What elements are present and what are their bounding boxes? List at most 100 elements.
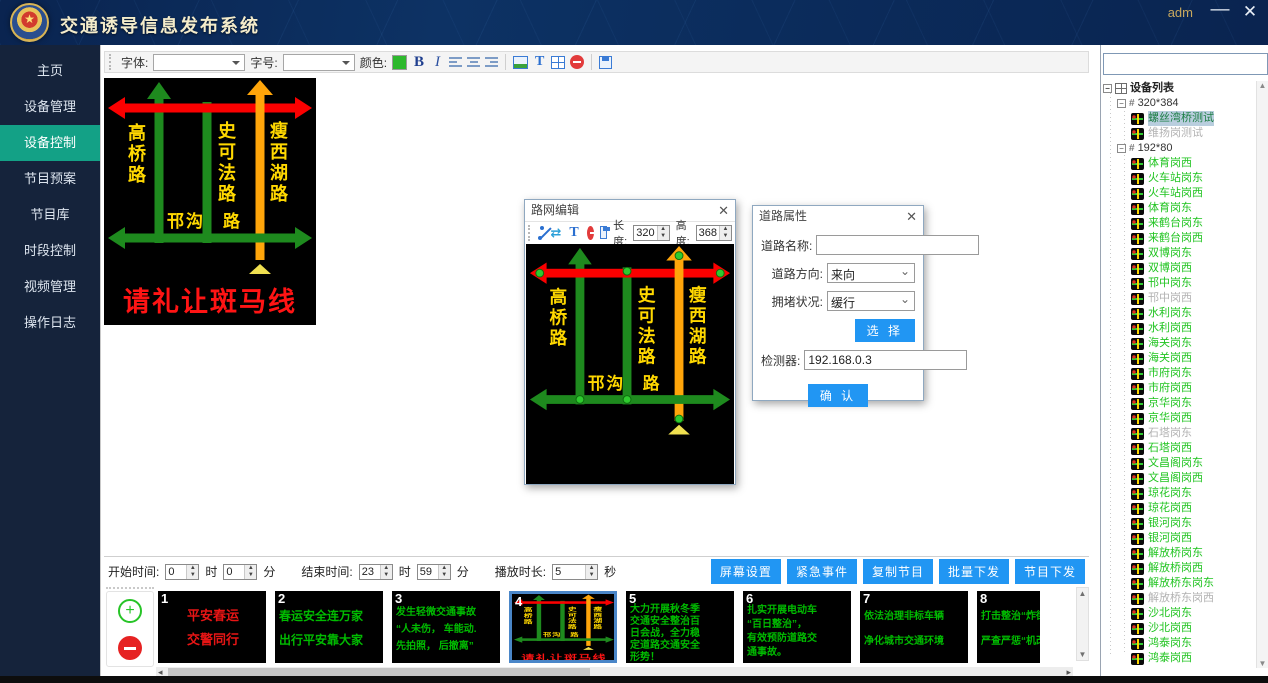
tree-device-双博岗东[interactable]: 双博岗东 [1103, 246, 1255, 261]
thumbnail-vertical-scrollbar[interactable]: ▲▼ [1076, 587, 1089, 661]
sign-preview-canvas[interactable]: 高桥路 史可法路 瘦西湖路 邗沟 路 请礼让斑马线 [104, 78, 316, 325]
thumbnail-5[interactable]: 大力开展秋冬季交通安全整治百日会战，全力稳定道路交通安全形势！5 [626, 591, 734, 663]
collapse-icon[interactable] [1103, 84, 1112, 93]
font-select[interactable] [153, 54, 245, 71]
sidebar-item-1[interactable]: 主页 [0, 53, 100, 89]
grid-icon[interactable] [551, 56, 565, 69]
tree-device-水利岗西[interactable]: 水利岗西 [1103, 321, 1255, 336]
congestion-select[interactable]: 缓行 [827, 291, 915, 311]
sidebar-item-2[interactable]: 设备管理 [0, 89, 100, 125]
thumbnail-7[interactable]: 依法治理非标车辆净化城市交通环境7 [860, 591, 968, 663]
start-minute-spinner[interactable]: 0▲▼ [223, 564, 257, 580]
toolbar-drag-handle[interactable] [109, 54, 114, 70]
double-arrow-icon[interactable]: ⇄ [550, 225, 561, 241]
tree-device-双博岗西[interactable]: 双博岗西 [1103, 261, 1255, 276]
italic-button[interactable]: I [431, 54, 444, 71]
action-button-2[interactable]: 紧急事件 [787, 559, 857, 584]
sidebar-item-8[interactable]: 操作日志 [0, 305, 100, 341]
select-detector-button[interactable]: 选 择 [855, 319, 915, 342]
thumbnail-2[interactable]: 春运安全连万家出行平安靠大家2 [275, 591, 383, 663]
line-draw-icon[interactable] [538, 226, 545, 240]
tree-device-体育岗西[interactable]: 体育岗西 [1103, 156, 1255, 171]
end-minute-spinner[interactable]: 59▲▼ [417, 564, 451, 580]
tree-device-京华岗东[interactable]: 京华岗东 [1103, 396, 1255, 411]
minimize-button[interactable]: — [1208, 0, 1232, 21]
tree-device-琼花岗东[interactable]: 琼花岗东 [1103, 486, 1255, 501]
length-spinner[interactable]: 320▲▼ [633, 225, 669, 241]
collapse-icon[interactable] [1117, 144, 1126, 153]
action-button-5[interactable]: 节目下发 [1015, 559, 1085, 584]
sidebar-item-6[interactable]: 时段控制 [0, 233, 100, 269]
image-icon[interactable] [513, 56, 528, 69]
device-search-input[interactable] [1103, 53, 1268, 75]
tree-device-螺丝湾桥测试[interactable]: 螺丝湾桥测试 [1103, 111, 1255, 126]
tree-device-海关岗东[interactable]: 海关岗东 [1103, 336, 1255, 351]
tree-device-石塔岗西[interactable]: 石塔岗西 [1103, 441, 1255, 456]
tree-device-解放桥岗西[interactable]: 解放桥岗西 [1103, 561, 1255, 576]
tree-device-文昌阁岗西[interactable]: 文昌阁岗西 [1103, 471, 1255, 486]
text-icon[interactable]: T [533, 54, 546, 70]
tree-device-解放桥岗东[interactable]: 解放桥岗东 [1103, 546, 1255, 561]
sidebar-item-3[interactable]: 设备控制 [0, 125, 100, 161]
tree-device-市府岗东[interactable]: 市府岗东 [1103, 366, 1255, 381]
thumbnail-4[interactable]: 高桥路 史可法路 瘦西湖路 邗沟 路 请礼让斑马线4 [509, 591, 617, 663]
tree-device-沙北岗东[interactable]: 沙北岗东 [1103, 606, 1255, 621]
tree-device-水利岗东[interactable]: 水利岗东 [1103, 306, 1255, 321]
close-icon[interactable]: ✕ [906, 206, 917, 227]
save-icon[interactable] [600, 226, 607, 239]
tree-device-火车站岗西[interactable]: 火车站岗西 [1103, 186, 1255, 201]
tree-device-鸿泰岗东[interactable]: 鸿泰岗东 [1103, 636, 1255, 651]
thumbnail-1[interactable]: 平安春运交警同行1 [158, 591, 266, 663]
action-button-4[interactable]: 批量下发 [939, 559, 1009, 584]
color-swatch[interactable] [392, 55, 407, 70]
tree-device-市府岗西[interactable]: 市府岗西 [1103, 381, 1255, 396]
tree-device-来鹤台岗东[interactable]: 来鹤台岗东 [1103, 216, 1255, 231]
detector-input[interactable] [804, 350, 967, 370]
action-button-1[interactable]: 屏幕设置 [711, 559, 781, 584]
tree-device-来鹤台岗西[interactable]: 来鹤台岗西 [1103, 231, 1255, 246]
duration-spinner[interactable]: 5▲▼ [552, 564, 598, 580]
remove-program-button[interactable] [118, 636, 142, 660]
collapse-icon[interactable] [1117, 99, 1126, 108]
sidebar-item-5[interactable]: 节目库 [0, 197, 100, 233]
align-left-icon[interactable] [449, 57, 462, 68]
road-direction-select[interactable]: 来向 [827, 263, 915, 283]
tree-device-邗中岗西[interactable]: 邗中岗西 [1103, 291, 1255, 306]
tree-device-沙北岗西[interactable]: 沙北岗西 [1103, 621, 1255, 636]
align-right-icon[interactable] [485, 57, 498, 68]
close-button[interactable]: ✕ [1238, 2, 1262, 22]
thumbnail-3[interactable]: 发生轻微交通事故“人未伤， 车能动.先拍照， 后撤离”3 [392, 591, 500, 663]
font-size-select[interactable] [283, 54, 355, 71]
tree-device-鸿泰岗西[interactable]: 鸿泰岗西 [1103, 651, 1255, 666]
tree-device-银河岗西[interactable]: 银河岗西 [1103, 531, 1255, 546]
sidebar-item-7[interactable]: 视频管理 [0, 269, 100, 305]
tree-device-邗中岗东[interactable]: 邗中岗东 [1103, 276, 1255, 291]
tree-group-192*80[interactable]: #192*80 [1103, 141, 1255, 156]
tree-device-维扬岗测试[interactable]: 维扬岗测试 [1103, 126, 1255, 141]
logged-in-user[interactable]: adm [1168, 5, 1193, 20]
road-name-input[interactable] [816, 235, 979, 255]
tree-device-京华岗西[interactable]: 京华岗西 [1103, 411, 1255, 426]
tree-group-320*384[interactable]: #320*384 [1103, 96, 1255, 111]
delete-icon[interactable] [570, 55, 584, 69]
tree-device-解放桥东岗西[interactable]: 解放桥东岗西 [1103, 591, 1255, 606]
tree-device-文昌阁岗东[interactable]: 文昌阁岗东 [1103, 456, 1255, 471]
device-tree-scrollbar[interactable]: ▲▼ [1256, 81, 1268, 668]
tree-device-体育岗东[interactable]: 体育岗东 [1103, 201, 1255, 216]
text-icon[interactable]: T [567, 225, 580, 241]
add-program-button[interactable]: + [118, 599, 142, 623]
confirm-button[interactable]: 确 认 [808, 384, 868, 407]
start-hour-spinner[interactable]: 0▲▼ [165, 564, 199, 580]
bold-button[interactable]: B [412, 54, 426, 71]
tree-device-解放桥东岗东[interactable]: 解放桥东岗东 [1103, 576, 1255, 591]
tree-device-火车站岗东[interactable]: 火车站岗东 [1103, 171, 1255, 186]
thumbnail-8[interactable]: 打击整治“炸街严查严惩“机改8 [977, 591, 1040, 663]
tree-device-银河岗东[interactable]: 银河岗东 [1103, 516, 1255, 531]
align-center-icon[interactable] [467, 57, 480, 68]
roadnet-edit-canvas[interactable]: 高桥路 史可法路 瘦西湖路 邗沟 路 [526, 244, 734, 484]
action-button-3[interactable]: 复制节目 [863, 559, 933, 584]
tree-root[interactable]: 设备列表 [1103, 81, 1255, 96]
tree-device-琼花岗西[interactable]: 琼花岗西 [1103, 501, 1255, 516]
tree-device-海关岗西[interactable]: 海关岗西 [1103, 351, 1255, 366]
sidebar-item-4[interactable]: 节目预案 [0, 161, 100, 197]
